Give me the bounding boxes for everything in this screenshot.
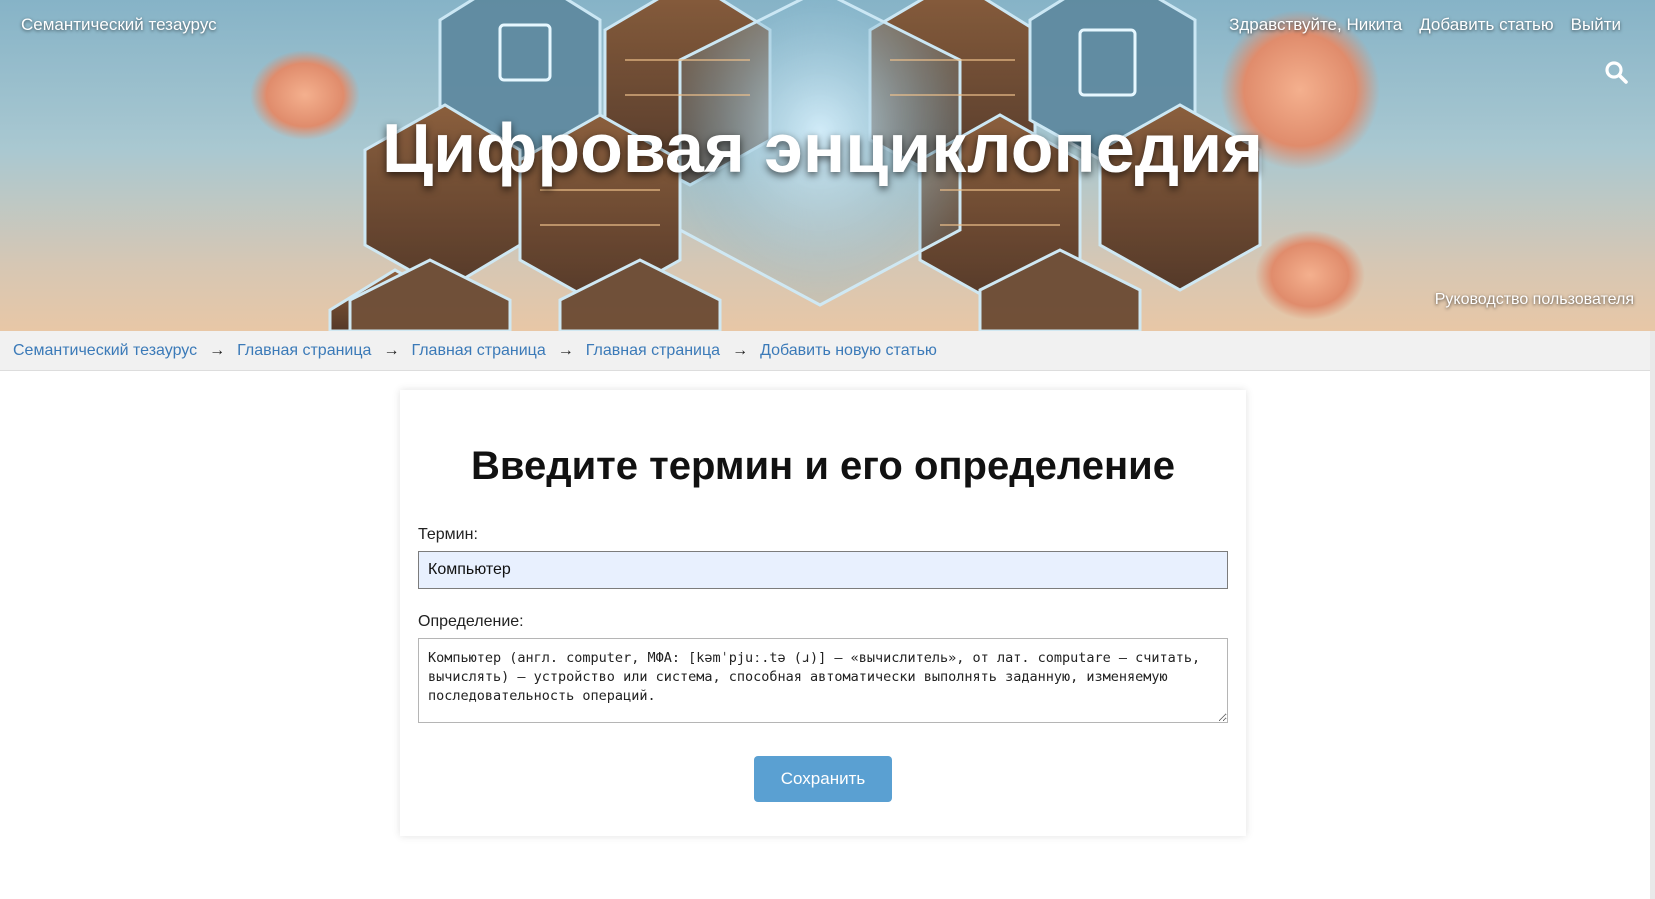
search-icon — [1605, 61, 1628, 84]
page-title: Цифровая энциклопедия — [382, 109, 1263, 187]
definition-textarea[interactable]: Компьютер (англ. computer, МФА: [kəmˈpju… — [418, 638, 1228, 723]
save-button[interactable]: Сохранить — [754, 756, 892, 802]
page: Семантический тезаурус Здравствуйте, Ник… — [0, 0, 1655, 899]
page-scrollbar[interactable] — [1650, 331, 1655, 899]
breadcrumb-item-add-article[interactable]: Добавить новую статью — [760, 342, 937, 360]
add-article-link[interactable]: Добавить статью — [1419, 15, 1553, 35]
breadcrumb-separator: → — [209, 341, 226, 359]
user-nav: Здравствуйте, Никита Добавить статью Вый… — [1229, 15, 1621, 35]
breadcrumb-separator: → — [557, 341, 574, 359]
search-button[interactable] — [1604, 60, 1630, 86]
breadcrumb-separator: → — [732, 341, 749, 359]
site-name-link[interactable]: Семантический тезаурус — [21, 15, 217, 35]
breadcrumb-separator: → — [383, 341, 400, 359]
logout-link[interactable]: Выйти — [1571, 15, 1621, 35]
breadcrumb-item-thesaurus[interactable]: Семантический тезаурус — [13, 342, 197, 360]
breadcrumb: Семантический тезаурус → Главная страниц… — [0, 331, 1650, 371]
greeting-link[interactable]: Здравствуйте, Никита — [1229, 15, 1402, 35]
article-form-card: Введите термин и его определение Термин:… — [400, 390, 1246, 836]
breadcrumb-item-home[interactable]: Главная страница — [237, 342, 371, 360]
form-heading: Введите термин и его определение — [471, 444, 1175, 488]
breadcrumb-item-home[interactable]: Главная страница — [586, 342, 720, 360]
user-guide-link[interactable]: Руководство пользователя — [1435, 291, 1634, 309]
term-input[interactable] — [418, 551, 1228, 589]
term-label: Термин: — [418, 526, 478, 543]
hero-banner: Семантический тезаурус Здравствуйте, Ник… — [0, 0, 1655, 331]
definition-label: Определение: — [418, 613, 524, 630]
breadcrumb-item-home[interactable]: Главная страница — [411, 342, 545, 360]
